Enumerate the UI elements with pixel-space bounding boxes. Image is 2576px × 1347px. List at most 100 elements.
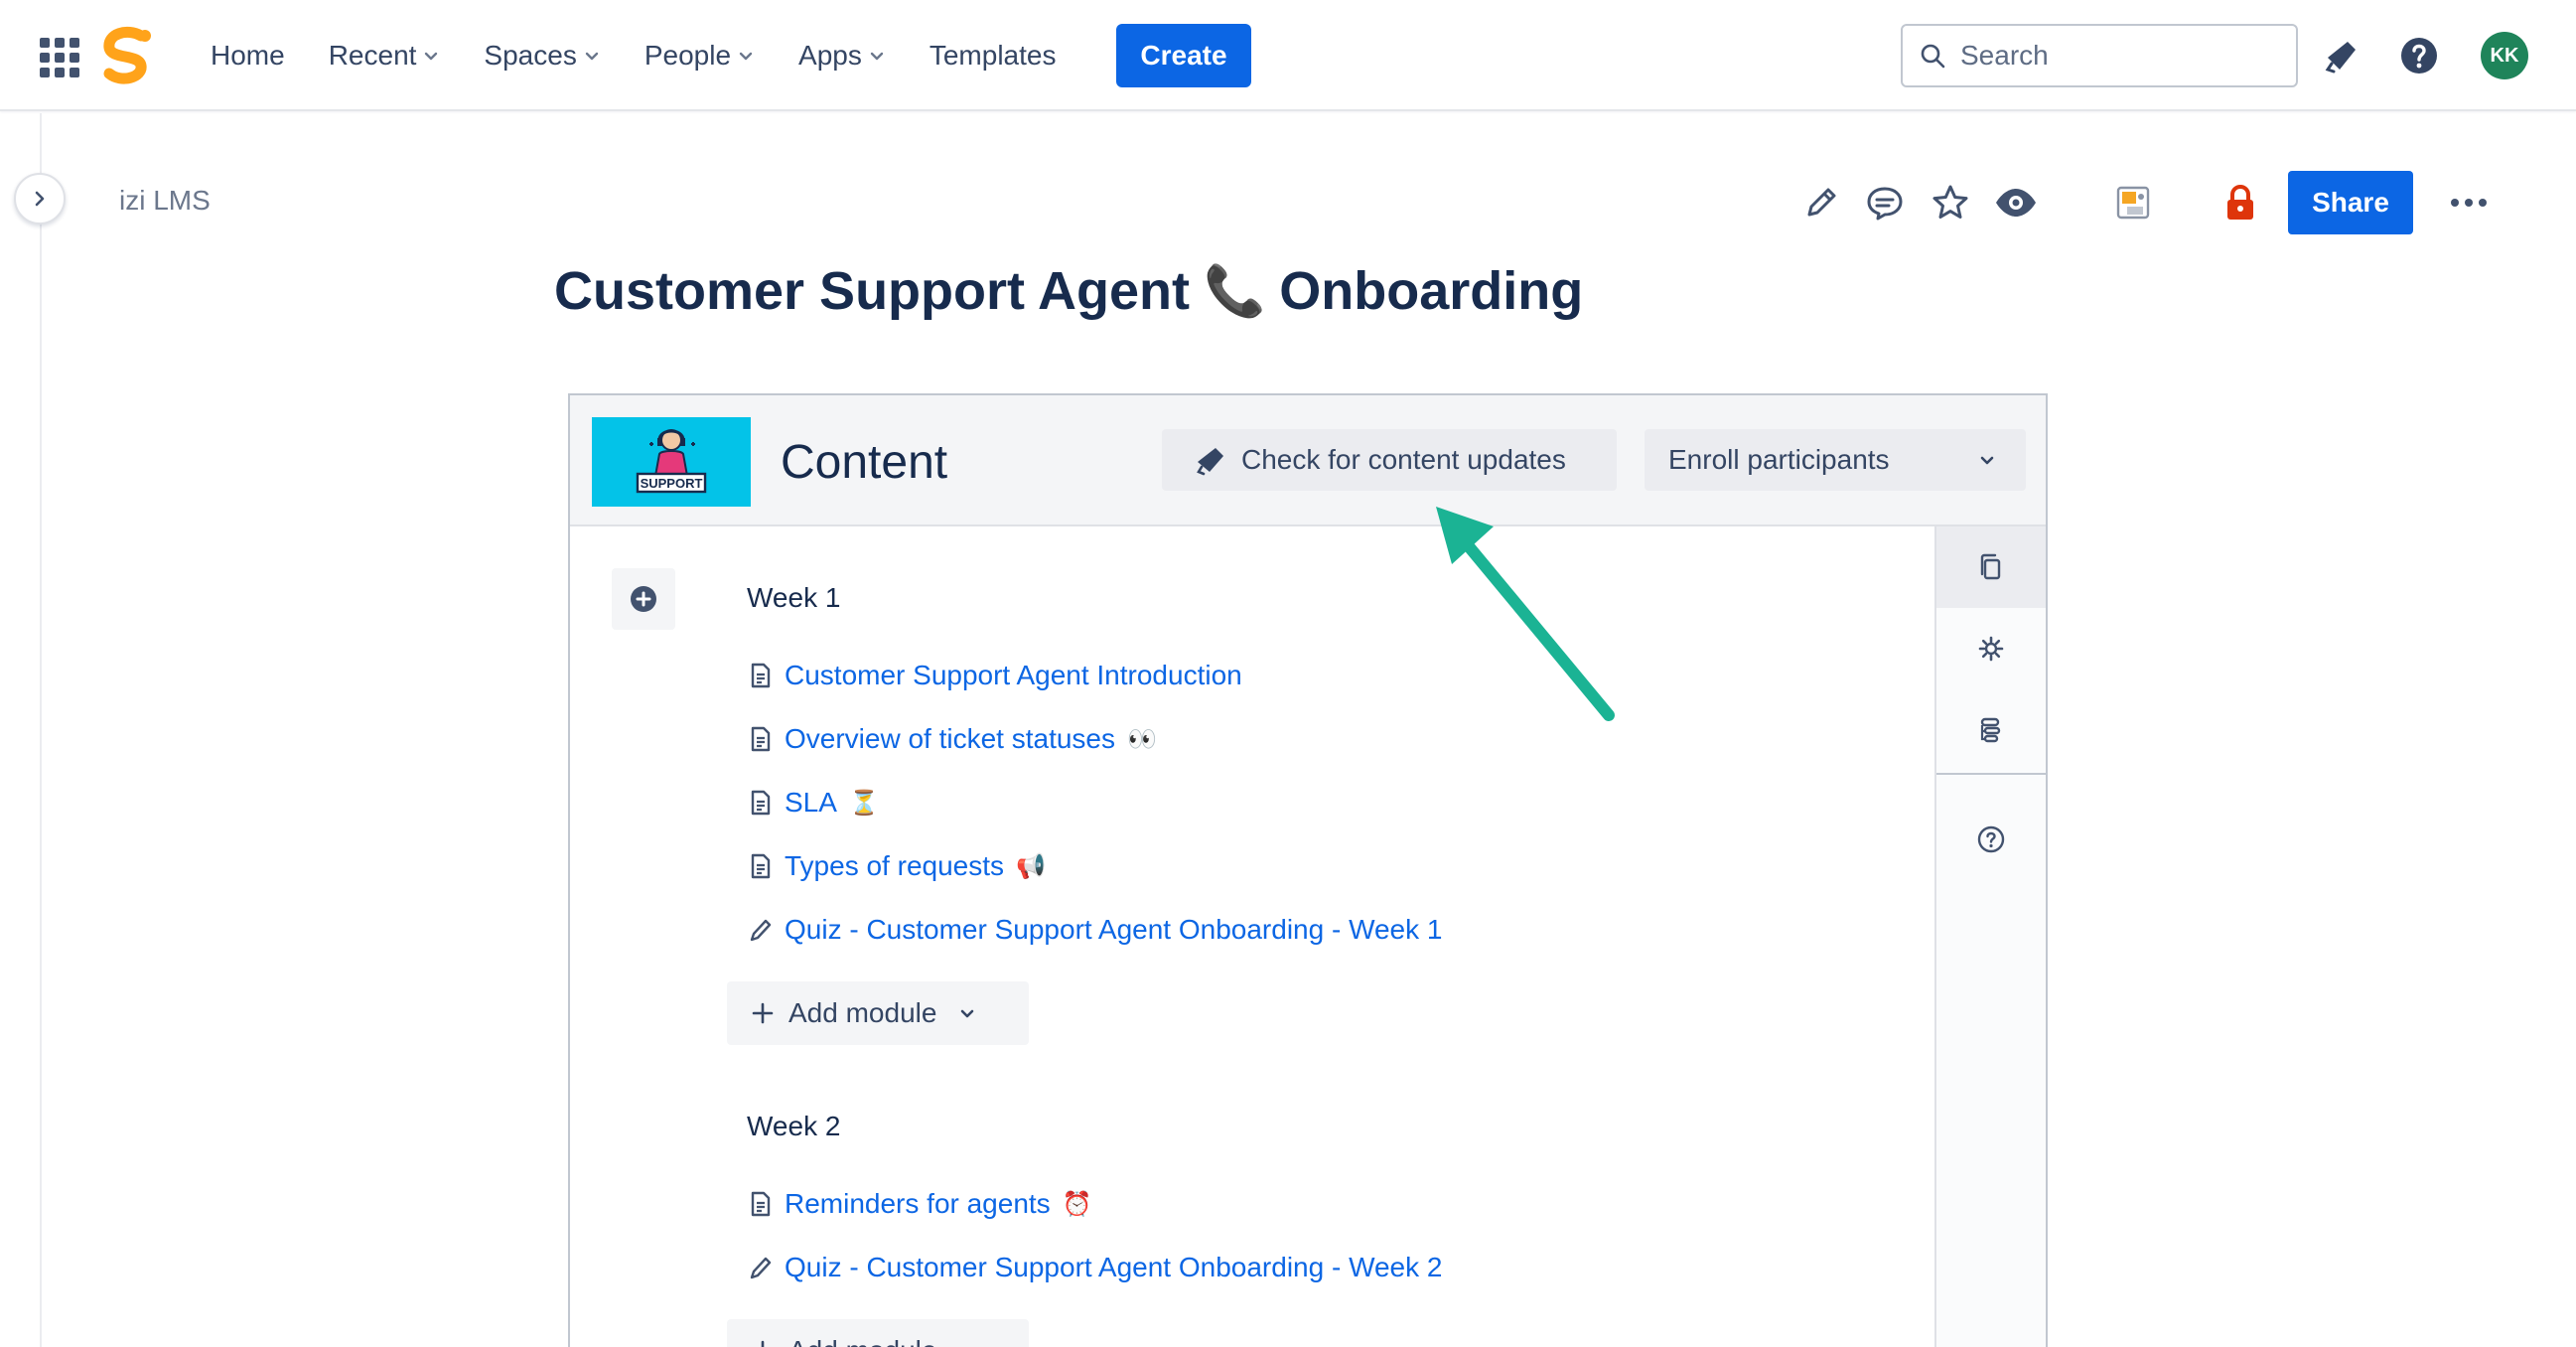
nav-apps-label: Apps	[798, 40, 862, 71]
copy-icon	[1980, 553, 2001, 580]
module-link[interactable]: Quiz - Customer Support Agent Onboarding…	[785, 914, 1442, 946]
nav-recent[interactable]: Recent	[309, 24, 461, 87]
nav-people-label: People	[644, 40, 732, 71]
create-button[interactable]: Create	[1116, 24, 1251, 87]
section-title: Week 1	[747, 582, 841, 613]
gear-icon	[1978, 636, 2004, 662]
pencil-icon	[1807, 188, 1836, 217]
search-icon	[1921, 44, 1945, 69]
module-link[interactable]: Types of requests	[785, 850, 1004, 882]
top-navigation: Home Recent Spaces People Apps Templates…	[0, 0, 2576, 111]
module-link[interactable]: Reminders for agents	[785, 1188, 1051, 1220]
primary-nav: Home Recent Spaces People Apps Templates	[211, 0, 1075, 111]
notifications-megaphone-icon[interactable]	[2322, 36, 2361, 75]
macro-side-toolbar	[1934, 526, 2046, 1347]
thumbnail-support-label: SUPPORT	[641, 476, 703, 491]
help-icon[interactable]	[2399, 36, 2439, 75]
check-content-updates-button[interactable]: Check for content updates	[1162, 429, 1617, 491]
plus-icon	[761, 1340, 765, 1347]
chevron-down-icon	[1980, 456, 1994, 465]
lock-icon	[2227, 184, 2253, 220]
tool-help[interactable]	[1936, 799, 2046, 880]
chevron-down-icon	[739, 52, 753, 61]
app-switcher-icon[interactable]	[40, 38, 79, 77]
image-app-icon	[2116, 186, 2150, 220]
nav-home[interactable]: Home	[211, 24, 305, 87]
section-title: Week 2	[747, 1111, 841, 1141]
module-link[interactable]: Quiz - Customer Support Agent Onboarding…	[785, 1252, 1442, 1283]
module-item: Reminders for agents ⏰	[749, 1172, 1740, 1236]
macro-header: SUPPORT Content Check for content update…	[570, 395, 2046, 526]
watch-button[interactable]	[1994, 181, 2038, 224]
comments-button[interactable]	[1863, 181, 1907, 224]
add-module-button[interactable]: Add module	[727, 981, 1029, 1045]
module-list: Reminders for agents ⏰ Quiz - Customer S…	[747, 1172, 1740, 1299]
module-link[interactable]: SLA	[785, 787, 837, 819]
more-actions-button[interactable]	[2439, 181, 2499, 224]
search-input[interactable]	[1960, 40, 2278, 72]
expand-sidebar-button[interactable]	[14, 173, 66, 224]
chevron-down-icon	[961, 1009, 974, 1018]
nav-spaces[interactable]: Spaces	[464, 24, 620, 87]
course-thumbnail: SUPPORT	[592, 417, 751, 507]
quiz-pencil-icon	[750, 919, 772, 942]
check-content-updates-label: Check for content updates	[1241, 444, 1566, 475]
megaphone-icon	[1197, 448, 1223, 476]
page-document-icon	[751, 790, 771, 816]
chevron-down-icon	[870, 52, 884, 61]
nav-apps[interactable]: Apps	[779, 24, 906, 87]
product-logo[interactable]	[97, 26, 157, 85]
breadcrumb-space[interactable]: izi LMS	[119, 185, 211, 217]
tool-structure[interactable]	[1936, 689, 2046, 771]
list-structure-icon	[1980, 717, 2001, 743]
module-link[interactable]: Overview of ticket statuses	[785, 723, 1115, 755]
telephone-emoji: 📞	[1203, 262, 1266, 319]
quiz-pencil-icon	[750, 1257, 772, 1279]
comment-icon	[1867, 187, 1903, 221]
lms-content-macro: SUPPORT Content Check for content update…	[568, 393, 2048, 1347]
page-document-icon	[751, 853, 771, 879]
module-list: Customer Support Agent Introduction Over…	[747, 644, 1740, 962]
chevron-right-icon	[35, 191, 45, 207]
enroll-participants-label: Enroll participants	[1668, 444, 1890, 475]
tool-settings[interactable]	[1936, 608, 2046, 689]
nav-spaces-label: Spaces	[484, 40, 577, 71]
star-button[interactable]	[1929, 181, 1972, 224]
chevron-down-icon	[956, 1340, 978, 1347]
add-module-label: Add module	[788, 1335, 936, 1347]
user-avatar[interactable]: KK	[2481, 32, 2528, 79]
page-title: Customer Support Agent 📞 Onboarding	[554, 260, 1583, 322]
plus-circle-icon	[631, 586, 656, 612]
add-module-button[interactable]: Add module	[727, 1319, 1029, 1347]
edit-button[interactable]	[1799, 181, 1843, 224]
page-document-icon	[751, 726, 771, 752]
page-document-icon	[751, 1191, 771, 1217]
enroll-participants-dropdown[interactable]: Enroll participants	[1645, 429, 2026, 491]
chevron-down-icon	[585, 52, 599, 61]
alarm-clock-emoji: ⏰	[1062, 1190, 1092, 1218]
hourglass-emoji: ⏳	[848, 789, 879, 817]
tool-copy[interactable]	[1936, 526, 2046, 608]
nav-people[interactable]: People	[625, 24, 775, 87]
nav-recent-label: Recent	[328, 40, 417, 71]
star-icon	[1932, 185, 1968, 219]
loudspeaker-emoji: 📢	[1016, 852, 1046, 880]
sidebar-rail	[0, 113, 42, 1347]
module-item: Customer Support Agent Introduction	[749, 644, 1740, 707]
restrictions-button[interactable]	[2218, 181, 2262, 224]
search-field[interactable]	[1901, 24, 2298, 87]
eye-icon	[1996, 189, 2036, 217]
macro-title: Content	[781, 436, 948, 489]
support-agent-illustration: SUPPORT	[636, 429, 707, 494]
app-extension-button[interactable]	[2111, 181, 2155, 224]
module-link[interactable]: Customer Support Agent Introduction	[785, 660, 1242, 691]
course-sections: Week 1 Customer Support Agent Introducti…	[727, 578, 1740, 1347]
page-title-text-start: Customer Support Agent	[554, 261, 1190, 321]
add-section-button[interactable]	[612, 568, 675, 630]
module-item: Quiz - Customer Support Agent Onboarding…	[749, 898, 1740, 962]
chevron-down-icon	[425, 52, 438, 61]
module-item: Quiz - Customer Support Agent Onboarding…	[749, 1236, 1740, 1299]
nav-templates[interactable]: Templates	[910, 24, 1076, 87]
share-button[interactable]: Share	[2288, 171, 2413, 234]
page-title-text-end: Onboarding	[1279, 261, 1584, 321]
